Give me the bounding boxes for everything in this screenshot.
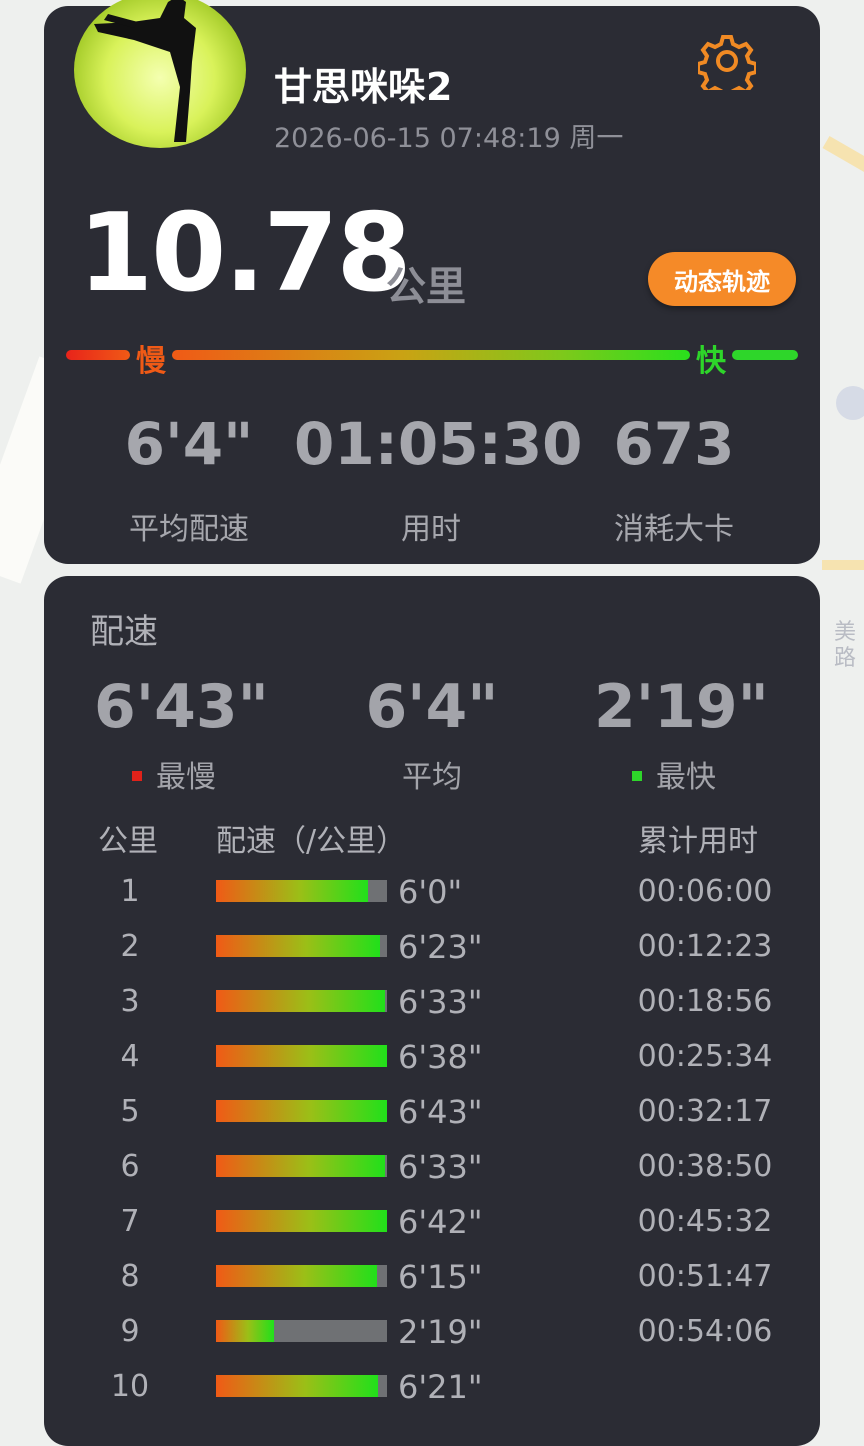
speed-bar-gradient <box>172 350 690 360</box>
avatar[interactable] <box>74 0 246 148</box>
pace-bar-fill <box>216 880 368 902</box>
fastest-label: 最快 <box>584 752 764 796</box>
table-row: 6 6'33" 00:38:50 <box>44 1147 820 1202</box>
table-row: 2 6'23" 00:12:23 <box>44 927 820 982</box>
pace-bar-fill <box>216 1100 387 1122</box>
row-km: 8 <box>120 1259 140 1294</box>
row-cumulative-time: 00:38:50 <box>637 1149 773 1184</box>
pace-bar <box>216 880 387 902</box>
fastest-pace-value: 2'19" <box>594 672 769 742</box>
table-row: 3 6'33" 00:18:56 <box>44 982 820 1037</box>
table-row: 8 6'15" 00:51:47 <box>44 1257 820 1312</box>
distance-value: 10.78 <box>78 191 412 316</box>
row-pace: 6'23" <box>398 928 483 966</box>
distance-unit: 公里 <box>386 264 466 310</box>
row-cumulative-time: 00:45:32 <box>637 1204 773 1239</box>
row-km: 5 <box>120 1094 140 1129</box>
column-header-pace: 配速（/公里） <box>216 824 407 859</box>
pace-bar-fill <box>216 935 380 957</box>
pace-bar-fill <box>216 1375 378 1397</box>
column-header-cumulative: 累计用时 <box>638 824 758 859</box>
avg-pace-value: 6'4" <box>124 410 254 478</box>
row-pace: 6'33" <box>398 983 483 1021</box>
pace-bar-fill <box>216 990 385 1012</box>
username: 甘思咪哚2 <box>274 65 453 109</box>
row-km: 2 <box>120 929 140 964</box>
row-km: 3 <box>120 984 140 1019</box>
pace-bar <box>216 1045 387 1067</box>
slowest-label-text: 最慢 <box>156 760 216 795</box>
row-cumulative-time: 00:54:06 <box>637 1314 773 1349</box>
slowest-label: 最慢 <box>94 752 254 796</box>
column-header-km: 公里 <box>98 824 158 859</box>
row-pace: 6'0" <box>398 873 463 911</box>
map-label: 美 <box>834 620 857 645</box>
duration-label: 用时 <box>401 512 461 547</box>
pace-bar <box>216 935 387 957</box>
speed-bar-fast-segment <box>732 350 798 360</box>
speed-slow-label: 慢 <box>136 344 166 379</box>
dynamic-track-button[interactable]: 动态轨迹 <box>648 252 796 306</box>
avg-pace-label: 平均配速 <box>129 512 249 547</box>
pace-bar <box>216 1100 387 1122</box>
table-row: 7 6'42" 00:45:32 <box>44 1202 820 1257</box>
map-poi-icon <box>836 386 864 420</box>
slowest-pace-value: 6'43" <box>94 672 269 742</box>
row-cumulative-time: 00:51:47 <box>637 1259 773 1294</box>
pace-bar-fill <box>216 1265 377 1287</box>
pace-card: 配速 6'43" 6'4" 2'19" 最慢 平均 最快 公里 配速（/公里） … <box>44 576 820 1446</box>
row-cumulative-time: 00:18:56 <box>637 984 773 1019</box>
row-pace: 6'21" <box>398 1368 483 1406</box>
table-row: 9 2'19" 00:54:06 <box>44 1312 820 1367</box>
table-row: 4 6'38" 00:25:34 <box>44 1037 820 1092</box>
calories-value: 673 <box>613 410 735 478</box>
row-pace: 6'38" <box>398 1038 483 1076</box>
pace-bar-fill <box>216 1155 385 1177</box>
row-cumulative-time: 00:06:00 <box>637 874 773 909</box>
speed-fast-label: 快 <box>696 344 726 379</box>
row-km: 1 <box>120 874 140 909</box>
table-row: 1 6'0" 00:06:00 <box>44 872 820 927</box>
row-km: 9 <box>120 1314 140 1349</box>
row-cumulative-time: 00:12:23 <box>637 929 773 964</box>
row-cumulative-time: 00:25:34 <box>637 1039 773 1074</box>
pace-bar <box>216 1320 387 1342</box>
duration-value: 01:05:30 <box>294 410 583 478</box>
map-road <box>822 560 864 570</box>
row-pace: 6'42" <box>398 1203 483 1241</box>
workout-datetime: 2026-06-15 07:48:19 周一 <box>274 123 624 154</box>
pace-bar <box>216 990 387 1012</box>
pace-section-title: 配速 <box>90 612 158 652</box>
row-pace: 6'15" <box>398 1258 483 1296</box>
pace-bar-fill <box>216 1045 387 1067</box>
row-pace: 6'43" <box>398 1093 483 1131</box>
pace-bar <box>216 1375 387 1397</box>
fastest-label-text: 最快 <box>656 760 716 795</box>
row-cumulative-time: 00:32:17 <box>637 1094 773 1129</box>
table-row: 10 6'21" <box>44 1367 820 1422</box>
row-pace: 2'19" <box>398 1313 483 1351</box>
pace-bar <box>216 1210 387 1232</box>
map-label: 路 <box>834 646 857 671</box>
fast-indicator-dot <box>632 770 642 781</box>
average-label: 平均 <box>402 760 462 795</box>
average-pace-value: 6'4" <box>365 672 499 742</box>
slow-indicator-dot <box>132 770 142 781</box>
pace-bar-fill <box>216 1320 274 1342</box>
row-km: 4 <box>120 1039 140 1074</box>
workout-summary-card: 甘思咪哚2 2026-06-15 07:48:19 周一 10.78 公里 动态… <box>44 0 820 564</box>
pace-bar-fill <box>216 1210 387 1232</box>
gear-icon[interactable] <box>696 32 758 100</box>
row-km: 7 <box>120 1204 140 1239</box>
speed-bar-slow-segment <box>66 350 130 360</box>
row-km: 10 <box>110 1369 150 1404</box>
table-row: 5 6'43" 00:32:17 <box>44 1092 820 1147</box>
pace-bar <box>216 1155 387 1177</box>
calories-label: 消耗大卡 <box>614 512 734 547</box>
pace-bar <box>216 1265 387 1287</box>
kick-silhouette-icon <box>94 0 196 142</box>
map-road <box>822 135 864 179</box>
row-pace: 6'33" <box>398 1148 483 1186</box>
row-km: 6 <box>120 1149 140 1184</box>
